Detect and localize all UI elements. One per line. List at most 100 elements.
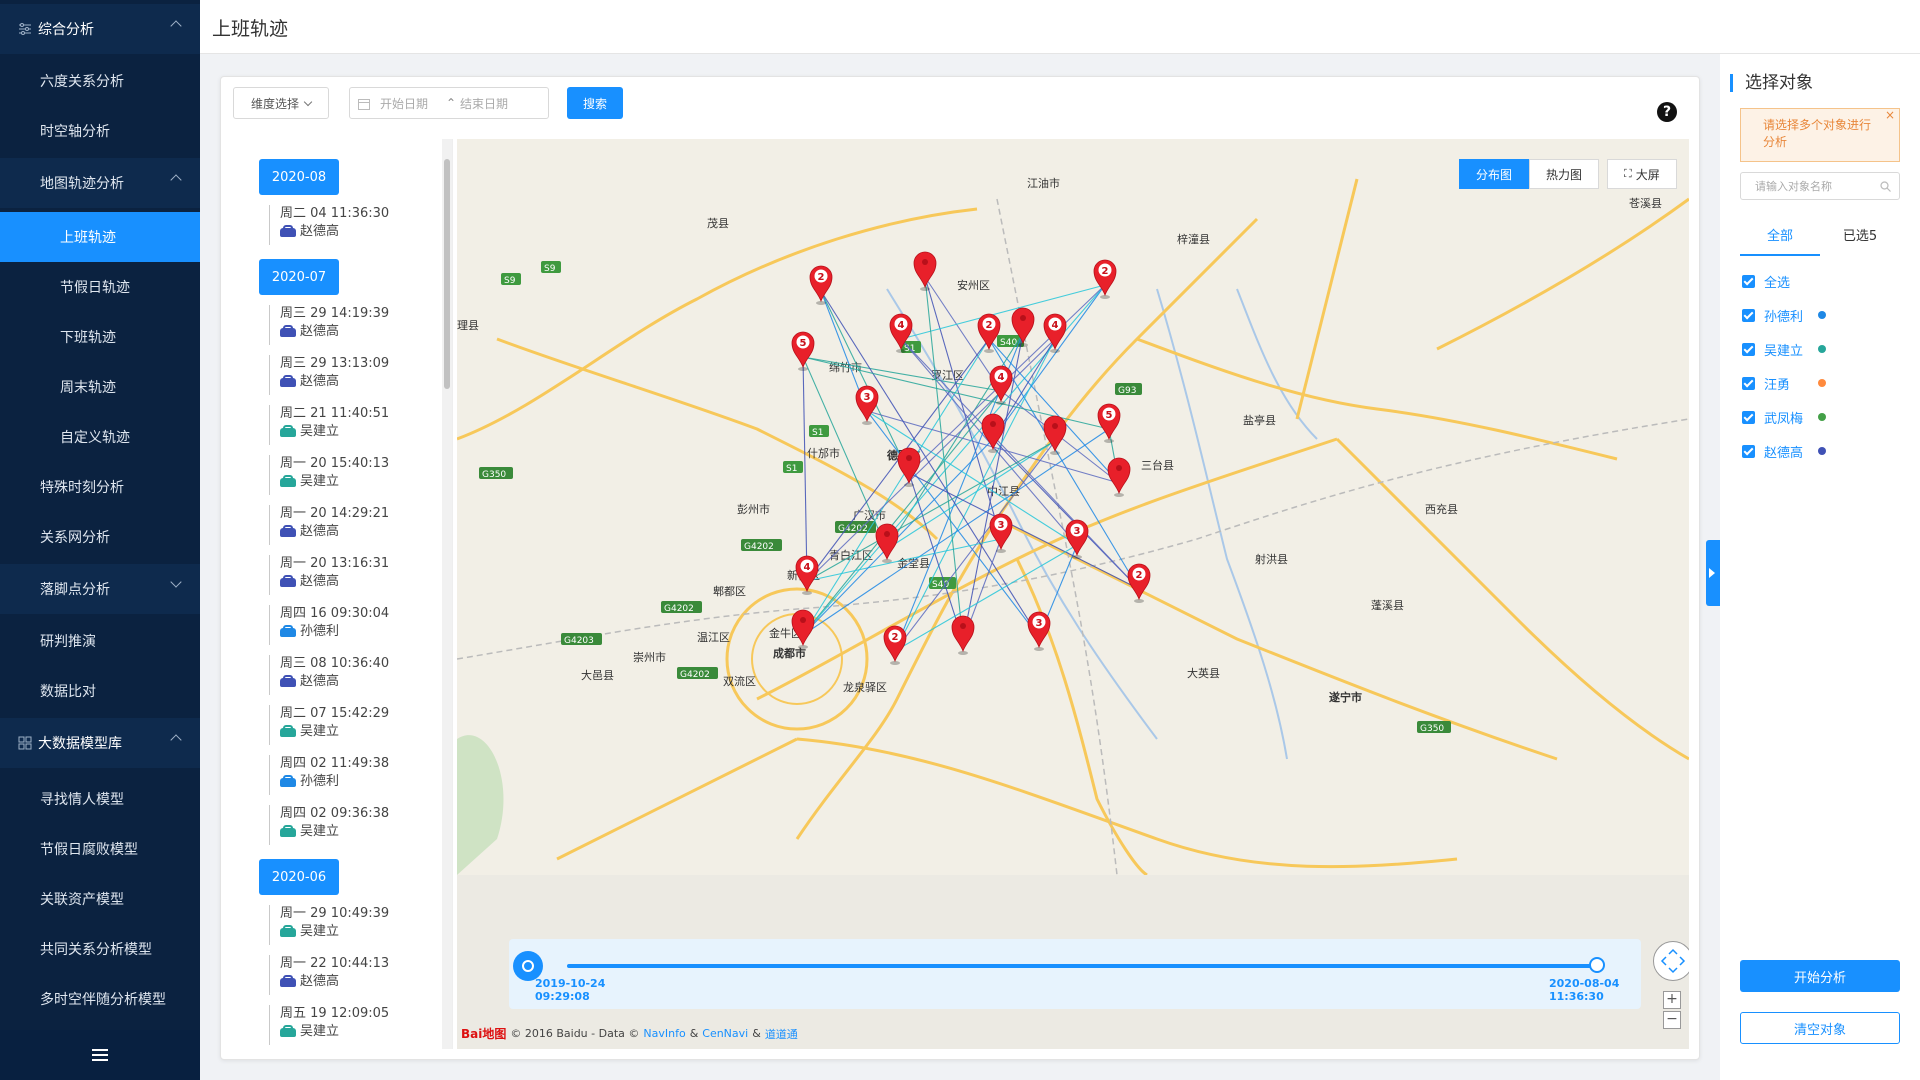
sidebar-item[interactable]: 研判推演 — [0, 616, 200, 666]
record-item[interactable]: 周一 22 10:44:13 赵德高 — [269, 955, 429, 995]
record-person: 赵德高 — [280, 323, 429, 341]
start-analysis-button[interactable]: 开始分析 — [1740, 960, 1900, 992]
object-checkbox[interactable]: 武凤梅 — [1742, 406, 1902, 428]
list-scrollbar[interactable] — [442, 139, 452, 1049]
tab-heatmap[interactable]: 热力图 — [1529, 159, 1600, 189]
record-list[interactable]: 2020-08 周二 04 11:36:30 赵德高 2020-07 周三 29 14:… — [231, 139, 453, 1049]
clear-objects-button[interactable]: 清空对象 — [1740, 1012, 1900, 1044]
panel-toggle-tab[interactable] — [1706, 540, 1720, 606]
slider-handle[interactable] — [1589, 957, 1605, 973]
month-header[interactable]: 2020-07 — [259, 259, 339, 295]
month-header[interactable]: 2020-06 — [259, 859, 339, 895]
car-icon — [280, 674, 296, 687]
sidebar-item[interactable]: 地图轨迹分析 — [0, 158, 200, 208]
search-button[interactable]: 搜索 — [567, 87, 623, 119]
object-checkbox[interactable]: 吴建立 — [1742, 338, 1902, 360]
zoom-in-button[interactable]: + — [1663, 991, 1681, 1009]
record-item[interactable]: 周一 20 13:16:31 赵德高 — [269, 555, 429, 595]
map-pan-control[interactable] — [1653, 941, 1689, 981]
record-time: 周三 29 13:13:09 — [280, 356, 390, 371]
record-item[interactable]: 周二 04 11:36:30 赵德高 — [269, 205, 429, 245]
object-checkbox[interactable]: 孙德利 — [1742, 304, 1902, 326]
sidebar-item[interactable]: 下班轨迹 — [0, 312, 200, 362]
sidebar-item[interactable]: 六度关系分析 — [0, 56, 200, 106]
tab-distribution[interactable]: 分布图 — [1459, 159, 1530, 189]
map-area[interactable]: 江油市茂县梓潼县苍溪县安州区理县绵竹市罗江区盐亭县什邡市德阳市三台县中江县彭州市… — [457, 139, 1689, 1049]
sidebar-item-label: 节假日轨迹 — [60, 280, 130, 296]
copyright-amp: & — [752, 1027, 761, 1040]
sidebar-item[interactable]: 共同关系分析模型 — [0, 924, 200, 974]
sidebar-item[interactable]: 寻找情人模型 — [0, 774, 200, 824]
object-tabs: 全部 已选5 — [1740, 222, 1900, 256]
scrollbar-thumb[interactable] — [444, 159, 450, 389]
zoom-out-button[interactable]: − — [1663, 1011, 1681, 1029]
end-date-input[interactable]: 结束日期 — [460, 95, 508, 112]
sidebar-item[interactable]: 数据比对 — [0, 666, 200, 716]
object-checkbox[interactable]: 赵德高 — [1742, 440, 1902, 462]
map-place-label: 大邑县 — [581, 668, 614, 682]
sidebar-item[interactable]: 多时空伴随分析模型 — [0, 974, 200, 1024]
sidebar-item[interactable]: 时空轴分析 — [0, 106, 200, 156]
slider-track[interactable] — [567, 964, 1597, 968]
record-item[interactable]: 周一 20 14:29:21 赵德高 — [269, 505, 429, 545]
date-range-picker[interactable]: 开始日期 ⌃ 结束日期 — [349, 87, 549, 119]
sidebar-item[interactable]: 自定义轨迹 — [0, 412, 200, 462]
record-item[interactable]: 周一 29 10:49:39 吴建立 — [269, 905, 429, 945]
timeline-end: 2020-08-04 11:36:30 — [1549, 977, 1619, 1003]
record-item[interactable]: 周三 29 13:13:09 赵德高 — [269, 355, 429, 395]
daodaotong-link[interactable]: 道道通 — [765, 1026, 798, 1042]
sidebar-item[interactable]: 关系网分析 — [0, 512, 200, 562]
dimension-select[interactable]: 维度选择 — [233, 87, 329, 119]
sidebar-item[interactable]: 节假日腐败模型 — [0, 824, 200, 874]
car-icon — [280, 824, 296, 837]
sidebar-item[interactable]: 周末轨迹 — [0, 362, 200, 412]
sidebar-item[interactable]: 落脚点分析 — [0, 564, 200, 614]
record-person: 赵德高 — [280, 523, 429, 541]
tab-all[interactable]: 全部 — [1740, 222, 1820, 256]
fullscreen-button[interactable]: ⛶ 大屏 — [1607, 159, 1677, 189]
select-all-checkbox[interactable]: 全选 — [1742, 270, 1902, 292]
map-place-label: 理县 — [457, 319, 479, 332]
marker-count: 5 — [1106, 410, 1113, 421]
record-item[interactable]: 周二 21 11:40:51 吴建立 — [269, 405, 429, 445]
record-person: 吴建立 — [280, 823, 429, 841]
sidebar-item[interactable]: 综合分析 — [0, 4, 200, 54]
record-item[interactable]: 周一 20 15:40:13 吴建立 — [269, 455, 429, 495]
expand-icon: ⛶ — [1624, 167, 1632, 180]
record-time: 周一 29 10:49:39 — [280, 906, 390, 921]
navinfo-link[interactable]: NavInfo — [643, 1027, 685, 1040]
start-date-input[interactable]: 开始日期 — [380, 95, 428, 112]
object-search-input[interactable]: 请输入对象名称 — [1740, 172, 1900, 200]
close-icon[interactable]: × — [1885, 107, 1895, 124]
record-time: 周四 16 09:30:04 — [280, 606, 390, 621]
record-item[interactable]: 周四 16 09:30:04 孙德利 — [269, 605, 429, 645]
marker-count: 3 — [1036, 618, 1043, 629]
month-header[interactable]: 2020-08 — [259, 159, 339, 195]
hamburger-icon[interactable] — [0, 1030, 200, 1080]
map-place-label: 茂县 — [707, 216, 729, 230]
sidebar-item[interactable]: 特殊时刻分析 — [0, 462, 200, 512]
record-item[interactable]: 周三 29 14:19:39 赵德高 — [269, 305, 429, 345]
sidebar-item[interactable]: 大数据模型库 — [0, 718, 200, 768]
time-slider[interactable]: 2019-10-24 09:29:08 2020-08-04 11:36:30 — [509, 939, 1641, 1009]
record-item[interactable]: 周五 19 12:09:05 吴建立 — [269, 1005, 429, 1045]
sidebar-item[interactable]: 关联资产模型 — [0, 874, 200, 924]
record-item[interactable]: 周四 02 11:49:38 孙德利 — [269, 755, 429, 795]
marker-dot — [990, 421, 996, 427]
map-place-label: 温江区 — [697, 631, 730, 644]
object-checkbox[interactable]: 汪勇 — [1742, 372, 1902, 394]
record-time: 周四 02 09:36:38 — [280, 806, 390, 821]
map-canvas[interactable]: 江油市茂县梓潼县苍溪县安州区理县绵竹市罗江区盐亭县什邡市德阳市三台县中江县彭州市… — [457, 139, 1689, 875]
record-item[interactable]: 周三 08 10:36:40 赵德高 — [269, 655, 429, 695]
record-item[interactable]: 周二 07 15:42:29 吴建立 — [269, 705, 429, 745]
color-dot-icon — [1818, 379, 1826, 387]
help-icon[interactable]: ? — [1657, 102, 1677, 122]
cennavi-link[interactable]: CenNavi — [702, 1027, 748, 1040]
record-name: 赵德高 — [300, 674, 340, 689]
sidebar-item[interactable]: 上班轨迹 — [0, 212, 200, 262]
map-place-label: 梓潼县 — [1177, 232, 1210, 246]
record-name: 赵德高 — [300, 524, 340, 539]
record-item[interactable]: 周四 02 09:36:38 吴建立 — [269, 805, 429, 845]
sidebar-item[interactable]: 节假日轨迹 — [0, 262, 200, 312]
tab-selected[interactable]: 已选5 — [1820, 222, 1900, 256]
